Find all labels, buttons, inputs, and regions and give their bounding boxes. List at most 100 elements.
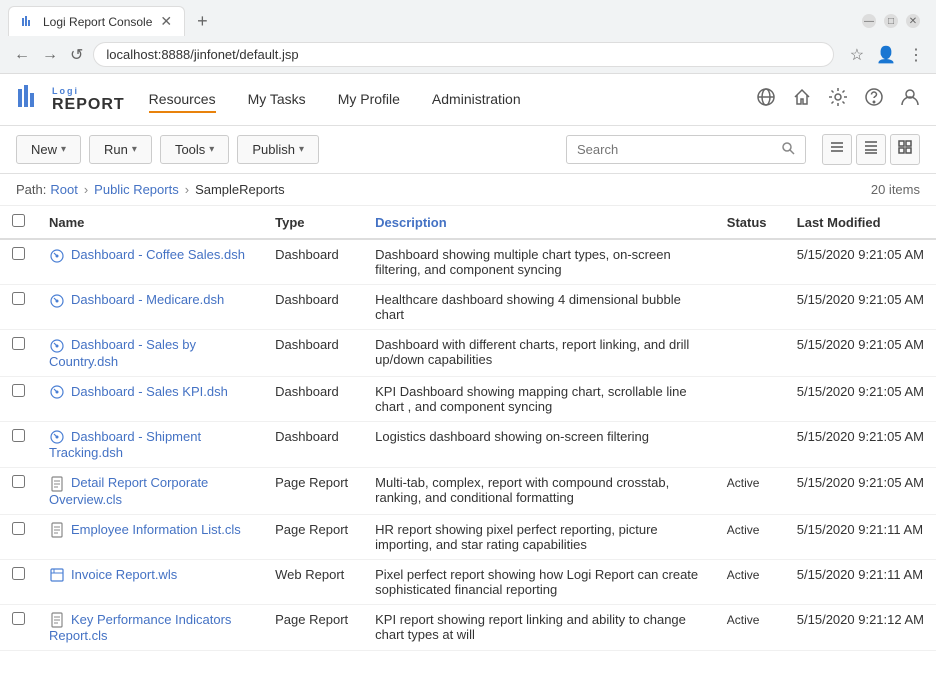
row-type-cell: Page Report [263,651,363,655]
row-status-cell: Active [715,604,785,651]
refresh-button[interactable]: ↺ [68,43,85,67]
row-name-cell: List of Customer Contact Cards.cls [37,651,263,655]
row-name-link-2[interactable]: Dashboard - Sales by Country.dsh [49,337,196,369]
tab-close-button[interactable]: ✕ [160,13,172,30]
item-count: 20 items [871,182,920,197]
row-name-cell: Employee Information List.cls [37,514,263,559]
row-checkbox-cell [0,468,37,515]
row-desc-cell: Logistics dashboard showing on-screen fi… [363,421,715,468]
back-button[interactable]: ← [12,44,32,66]
new-tab-button[interactable]: + [189,9,216,34]
breadcrumb-root[interactable]: Root [50,182,77,197]
row-status-cell [715,330,785,377]
new-button[interactable]: New ▾ [16,135,81,164]
menu-icon[interactable]: ⋮ [908,45,924,65]
row-date-cell: 5/15/2020 9:21:11 AM [785,514,936,559]
detail-view-button[interactable] [856,134,886,165]
row-checkbox-cell [0,285,37,330]
breadcrumb-sep-2: › [185,182,189,197]
row-checkbox-1[interactable] [12,292,25,305]
publish-button[interactable]: Publish ▾ [237,135,319,164]
tools-dropdown-arrow: ▾ [209,144,214,155]
row-status-cell [715,421,785,468]
row-date-cell: 5/15/2020 9:21:05 AM [785,285,936,330]
minimize-button[interactable]: — [862,14,876,28]
row-name-link-8[interactable]: Key Performance Indicators Report.cls [49,612,231,644]
row-checkbox-7[interactable] [12,567,25,580]
path-label: Path: [16,182,46,197]
row-checkbox-2[interactable] [12,337,25,350]
header-status[interactable]: Status [715,206,785,239]
row-name-cell: Dashboard - Medicare.dsh [37,285,263,330]
row-name-cell: Dashboard - Sales KPI.dsh [37,376,263,421]
header-type[interactable]: Type [263,206,363,239]
row-checkbox-0[interactable] [12,247,25,260]
row-checkbox-cell [0,651,37,655]
row-checkbox-6[interactable] [12,522,25,535]
user-icon[interactable] [900,87,920,112]
row-name-link-5[interactable]: Detail Report Corporate Overview.cls [49,475,208,507]
run-button[interactable]: Run ▾ [89,135,152,164]
row-date-cell: 5/15/2020 9:21:14 AM [785,651,936,655]
row-name-link-3[interactable]: Dashboard - Sales KPI.dsh [71,384,228,399]
file-icon-3 [49,384,65,400]
file-icon-6 [49,522,65,538]
row-name-link-7[interactable]: Invoice Report.wls [71,567,177,582]
status-badge-5: Active [727,476,760,490]
row-checkbox-5[interactable] [12,475,25,488]
row-name-link-1[interactable]: Dashboard - Medicare.dsh [71,292,224,307]
globe-icon[interactable] [756,87,776,112]
logo-icon [16,81,48,119]
header-description[interactable]: Description [363,206,715,239]
tab-title: Logi Report Console [43,15,152,29]
nav-my-profile[interactable]: My Profile [338,87,400,113]
table-row: Dashboard - Sales KPI.dsh Dashboard KPI … [0,376,936,421]
browser-chrome: Logi Report Console ✕ + — □ ✕ ← → ↺ loca… [0,0,936,74]
row-checkbox-8[interactable] [12,612,25,625]
settings-icon[interactable] [828,87,848,112]
nav-my-tasks[interactable]: My Tasks [248,87,306,113]
row-name-link-0[interactable]: Dashboard - Coffee Sales.dsh [71,247,245,262]
maximize-button[interactable]: □ [884,14,898,28]
home-icon[interactable] [792,87,812,112]
row-desc-cell: Dashboard with different charts, report … [363,330,715,377]
row-name-link-4[interactable]: Dashboard - Shipment Tracking.dsh [49,429,201,461]
nav-resources[interactable]: Resources [149,87,216,113]
url-bar[interactable]: localhost:8888/jinfonet/default.jsp [93,42,833,67]
bookmark-icon[interactable]: ☆ [850,45,864,65]
row-checkbox-cell [0,604,37,651]
status-badge-8: Active [727,613,760,627]
row-type-cell: Page Report [263,604,363,651]
header-last-modified[interactable]: Last Modified [785,206,936,239]
toolbar: New ▾ Run ▾ Tools ▾ Publish ▾ [0,126,936,174]
browser-tab[interactable]: Logi Report Console ✕ [8,6,185,36]
account-icon[interactable]: 👤 [876,45,896,65]
row-desc-cell: KPI report showing report linking and ab… [363,604,715,651]
row-name-link-6[interactable]: Employee Information List.cls [71,522,241,537]
list-view-button[interactable] [822,134,852,165]
nav-administration[interactable]: Administration [432,87,521,113]
run-label: Run [104,142,128,157]
select-all-checkbox[interactable] [12,214,25,227]
row-checkbox-3[interactable] [12,384,25,397]
row-type-cell: Web Report [263,559,363,604]
run-dropdown-arrow: ▾ [132,144,137,155]
row-date-cell: 5/15/2020 9:21:05 AM [785,421,936,468]
search-input[interactable] [577,142,773,157]
close-button[interactable]: ✕ [906,14,920,28]
row-status-cell: Active [715,468,785,515]
row-type-cell: Dashboard [263,376,363,421]
grid-view-button[interactable] [890,134,920,165]
breadcrumb-public-reports[interactable]: Public Reports [94,182,179,197]
window-controls: — □ ✕ [862,14,928,28]
help-icon[interactable] [864,87,884,112]
tools-button[interactable]: Tools ▾ [160,135,229,164]
row-date-cell: 5/15/2020 9:21:05 AM [785,239,936,285]
app-header: Logi REPORT Resources My Tasks My Profil… [0,74,936,126]
search-box[interactable] [566,135,806,164]
row-checkbox-4[interactable] [12,429,25,442]
file-icon-4 [49,429,65,445]
header-name[interactable]: Name [37,206,263,239]
row-name-cell: Key Performance Indicators Report.cls [37,604,263,651]
forward-button[interactable]: → [40,44,60,66]
